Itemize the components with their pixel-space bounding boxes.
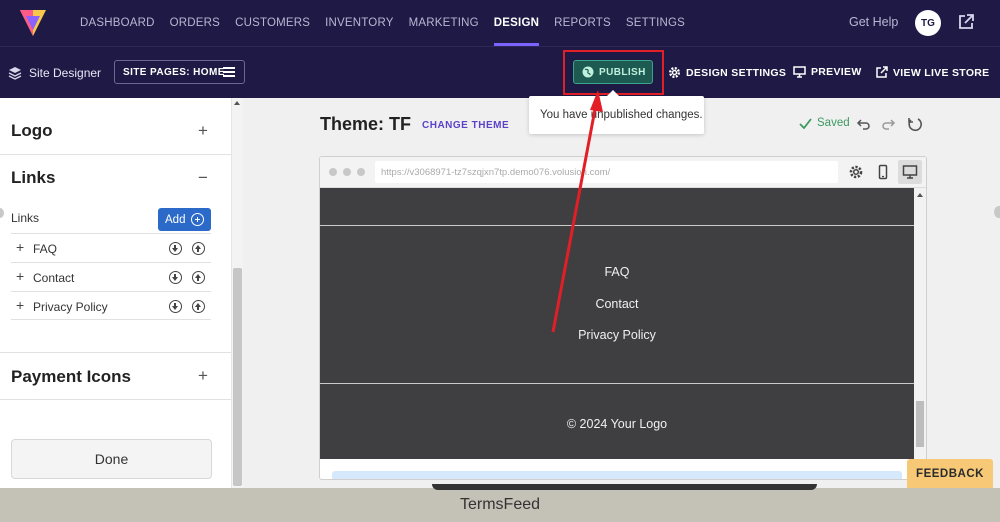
external-link-icon[interactable] (957, 13, 975, 31)
expand-icon[interactable]: + (16, 297, 24, 313)
get-help-link[interactable]: Get Help (849, 15, 898, 29)
layers-icon (8, 67, 22, 80)
preview-browser-frame: https://v3068971-tz7szqjxn7tp.demo076.vo… (319, 156, 927, 480)
divider (0, 399, 231, 400)
brand-logo-icon[interactable] (18, 6, 48, 38)
gear-icon[interactable] (848, 164, 864, 180)
done-button[interactable]: Done (11, 439, 212, 479)
preview-scrollbar[interactable] (914, 188, 926, 459)
move-up-icon[interactable] (192, 271, 205, 284)
theme-title: Theme: TF (320, 114, 412, 134)
scroll-up-icon[interactable] (234, 101, 240, 105)
move-down-icon[interactable] (169, 300, 182, 313)
window-dot (329, 168, 337, 176)
site-designer-label: Site Designer (29, 66, 102, 80)
nav-orders[interactable]: ORDERS (170, 0, 220, 46)
footer-link-privacy-policy[interactable]: Privacy Policy (320, 328, 914, 342)
desktop-icon[interactable] (902, 164, 918, 180)
view-live-store-button[interactable]: VIEW LIVE STORE (875, 66, 990, 79)
divider (0, 154, 231, 155)
footer-divider (320, 225, 914, 226)
link-item-privacy-policy[interactable]: + Privacy Policy (11, 291, 211, 320)
publish-button[interactable]: PUBLISH (573, 60, 653, 84)
unpublished-changes-tooltip: You have unpublished changes. (529, 90, 704, 134)
saved-label: Saved (817, 117, 850, 129)
plus-circle-icon (191, 213, 204, 226)
divider (0, 352, 231, 353)
main-nav: DASHBOARD ORDERS CUSTOMERS INVENTORY MAR… (80, 0, 700, 46)
logo-section-title[interactable]: Logo (11, 121, 53, 141)
links-subheading: Links (11, 211, 40, 225)
link-item-label: Privacy Policy (33, 300, 108, 314)
link-item-label: FAQ (33, 242, 58, 256)
change-theme-link[interactable]: CHANGE THEME (422, 120, 509, 131)
preview-button[interactable]: PREVIEW (793, 66, 862, 78)
resize-handle[interactable] (994, 206, 1000, 218)
publish-label: PUBLISH (599, 66, 646, 78)
footer-link-contact[interactable]: Contact (320, 297, 914, 311)
watermark-text: TermsFeed (459, 496, 541, 513)
left-panel-scrollbar[interactable] (231, 98, 243, 488)
move-down-icon[interactable] (169, 271, 182, 284)
nav-reports[interactable]: REPORTS (554, 0, 611, 46)
link-item-faq[interactable]: + FAQ (11, 233, 211, 262)
design-settings-label: DESIGN SETTINGS (686, 66, 787, 79)
move-down-icon[interactable] (169, 242, 182, 255)
hamburger-icon (223, 67, 235, 77)
add-link-button[interactable]: Add (158, 208, 211, 231)
browser-chrome: https://v3068971-tz7szqjxn7tp.demo076.vo… (320, 157, 926, 188)
nav-dashboard[interactable]: DASHBOARD (80, 0, 155, 46)
check-icon (799, 117, 812, 129)
move-up-icon[interactable] (192, 242, 205, 255)
redo-icon[interactable] (880, 116, 896, 132)
monitor-icon (793, 66, 806, 78)
saved-status: Saved (799, 117, 850, 129)
move-up-icon[interactable] (192, 300, 205, 313)
footer-divider (320, 383, 914, 384)
preview-bottom-bar (332, 471, 902, 479)
watermark-band: TermsFeed (0, 484, 1000, 522)
expand-logo-icon[interactable]: + (198, 121, 208, 141)
store-footer-preview: FAQ Contact Privacy Policy © 2024 Your L… (320, 188, 914, 459)
undo-icon[interactable] (856, 116, 872, 132)
site-pages-dropdown[interactable]: SITE PAGES: HOME (114, 60, 245, 84)
link-item-label: Contact (33, 271, 75, 285)
nav-settings[interactable]: SETTINGS (626, 0, 685, 46)
nav-design[interactable]: DESIGN (493, 0, 540, 46)
user-avatar[interactable]: TG (915, 10, 941, 36)
footer-copyright: © 2024 Your Logo (566, 417, 668, 431)
nav-customers[interactable]: CUSTOMERS (235, 0, 310, 46)
design-settings-button[interactable]: DESIGN SETTINGS (668, 66, 786, 79)
payment-icons-section-title[interactable]: Payment Icons (11, 367, 131, 387)
collapse-links-icon[interactable]: − (198, 168, 208, 188)
expand-payment-icons-icon[interactable]: + (198, 366, 208, 386)
links-section-title[interactable]: Links (11, 168, 55, 188)
globe-icon (582, 66, 594, 78)
footer-link-faq[interactable]: FAQ (320, 265, 914, 279)
window-dot (357, 168, 365, 176)
mobile-icon[interactable] (875, 164, 891, 180)
preview-label: PREVIEW (811, 66, 862, 78)
scroll-thumb[interactable] (233, 268, 242, 486)
top-nav: DASHBOARD ORDERS CUSTOMERS INVENTORY MAR… (0, 0, 1000, 46)
site-pages-label: SITE PAGES: HOME (123, 66, 225, 78)
scroll-thumb[interactable] (916, 401, 924, 447)
bottom-bar (432, 484, 817, 490)
external-link-icon (876, 66, 888, 78)
refresh-icon[interactable] (907, 116, 923, 132)
nav-marketing[interactable]: MARKETING (409, 0, 479, 46)
link-item-contact[interactable]: + Contact (11, 262, 211, 291)
view-live-store-label: VIEW LIVE STORE (893, 66, 990, 79)
gear-icon (668, 66, 681, 79)
add-label: Add (165, 213, 186, 226)
url-bar: https://v3068971-tz7szqjxn7tp.demo076.vo… (375, 161, 838, 183)
nav-inventory[interactable]: INVENTORY (325, 0, 393, 46)
window-dot (343, 168, 351, 176)
scroll-up-icon[interactable] (917, 193, 923, 197)
expand-icon[interactable]: + (16, 268, 24, 284)
expand-icon[interactable]: + (16, 239, 24, 255)
feedback-button[interactable]: FEEDBACK (907, 459, 993, 488)
